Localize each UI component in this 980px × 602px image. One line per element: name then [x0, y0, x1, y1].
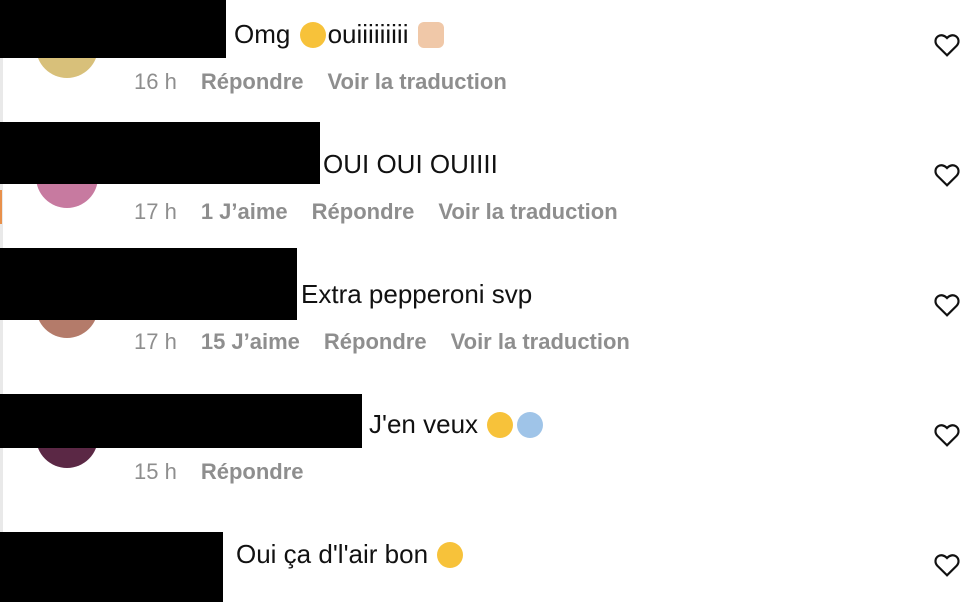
comment-time: 15 h	[134, 459, 177, 484]
heart-outline-icon[interactable]	[934, 553, 960, 577]
comment-meta: 16 h Répondre Voir la traduction	[134, 68, 507, 96]
reply-button[interactable]: Répondre	[324, 328, 427, 356]
comment-text-part: Omg	[234, 19, 291, 49]
heart-outline-icon[interactable]	[934, 293, 960, 317]
reply-button[interactable]: Répondre	[312, 198, 415, 226]
heart-eyes-emoji	[487, 412, 514, 438]
comment-meta: 17 h 1 J’aime Répondre Voir la traductio…	[134, 198, 618, 226]
translate-button[interactable]: Voir la traduction	[451, 328, 630, 356]
comment-meta: 15 h Répondre	[134, 458, 304, 486]
yum-face-emoji	[299, 22, 326, 48]
redacted-username	[0, 532, 223, 602]
comment-text: OUI OUI OUIIII	[323, 149, 498, 179]
redacted-username	[0, 0, 226, 58]
likes-count[interactable]: 15 J’aime	[201, 328, 300, 356]
reply-button[interactable]: Répondre	[201, 458, 304, 486]
redacted-username	[0, 122, 320, 184]
comment-text-part: Oui ça d'l'air bon	[236, 539, 429, 569]
comment-text: Extra pepperoni svp	[301, 279, 533, 309]
screaming-face-emoji	[517, 412, 544, 438]
redacted-username	[0, 248, 297, 320]
comment-text: Oui ça d'l'air bon	[236, 538, 465, 570]
comment-time: 16 h	[134, 69, 177, 94]
reply-button[interactable]: Répondre	[201, 68, 304, 96]
redacted-username	[0, 394, 362, 448]
folded-hands-emoji	[417, 22, 444, 48]
heart-outline-icon[interactable]	[934, 423, 960, 447]
smiling-face-with-hearts-emoji	[437, 542, 464, 568]
comment-text-part: ouiiiiiiiii	[327, 19, 409, 49]
comment-text: J'en veux	[369, 408, 545, 440]
comment-meta: 17 h 15 J’aime Répondre Voir la traducti…	[134, 328, 630, 356]
comment-time: 17 h	[134, 199, 177, 224]
heart-outline-icon[interactable]	[934, 163, 960, 187]
comment-item: OUI OUI OUIIII 17 h 1 J’aime Répondre Vo…	[0, 122, 980, 260]
translate-button[interactable]: Voir la traduction	[328, 68, 507, 96]
comment-item: Omg ouiiiiiiiii 16 h Répondre Voir la tr…	[0, 0, 980, 130]
comment-time: 17 h	[134, 329, 177, 354]
comment-item: Extra pepperoni svp 17 h 15 J’aime Répon…	[0, 248, 980, 390]
translate-button[interactable]: Voir la traduction	[438, 198, 617, 226]
likes-count[interactable]: 1 J’aime	[201, 198, 288, 226]
comment-item: J'en veux 15 h Répondre	[0, 390, 980, 520]
comment-text-part: J'en veux	[369, 409, 479, 439]
comment-text: Omg ouiiiiiiiii	[234, 18, 446, 50]
comment-item: Oui ça d'l'air bon	[0, 520, 980, 602]
heart-outline-icon[interactable]	[934, 33, 960, 57]
